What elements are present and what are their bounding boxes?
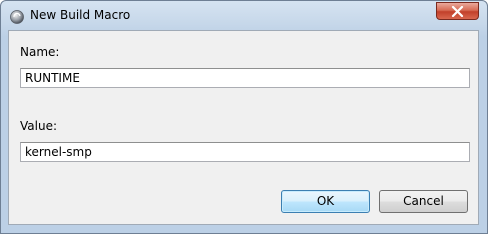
ok-button[interactable]: OK [281, 190, 370, 213]
cancel-button[interactable]: Cancel [379, 190, 468, 213]
name-field[interactable] [20, 68, 470, 88]
name-label: Name: [20, 45, 60, 59]
close-button[interactable] [436, 2, 479, 20]
dialog-content: Name: Value: OK Cancel [8, 30, 479, 225]
eclipse-icon [10, 9, 24, 24]
window-title: New Build Macro [30, 8, 131, 22]
value-field[interactable] [20, 142, 470, 162]
title-bar[interactable]: New Build Macro [1, 1, 487, 31]
dialog-window: New Build Macro Name: Value: OK Cancel [0, 0, 488, 234]
value-label: Value: [20, 119, 57, 133]
close-icon [451, 6, 464, 17]
